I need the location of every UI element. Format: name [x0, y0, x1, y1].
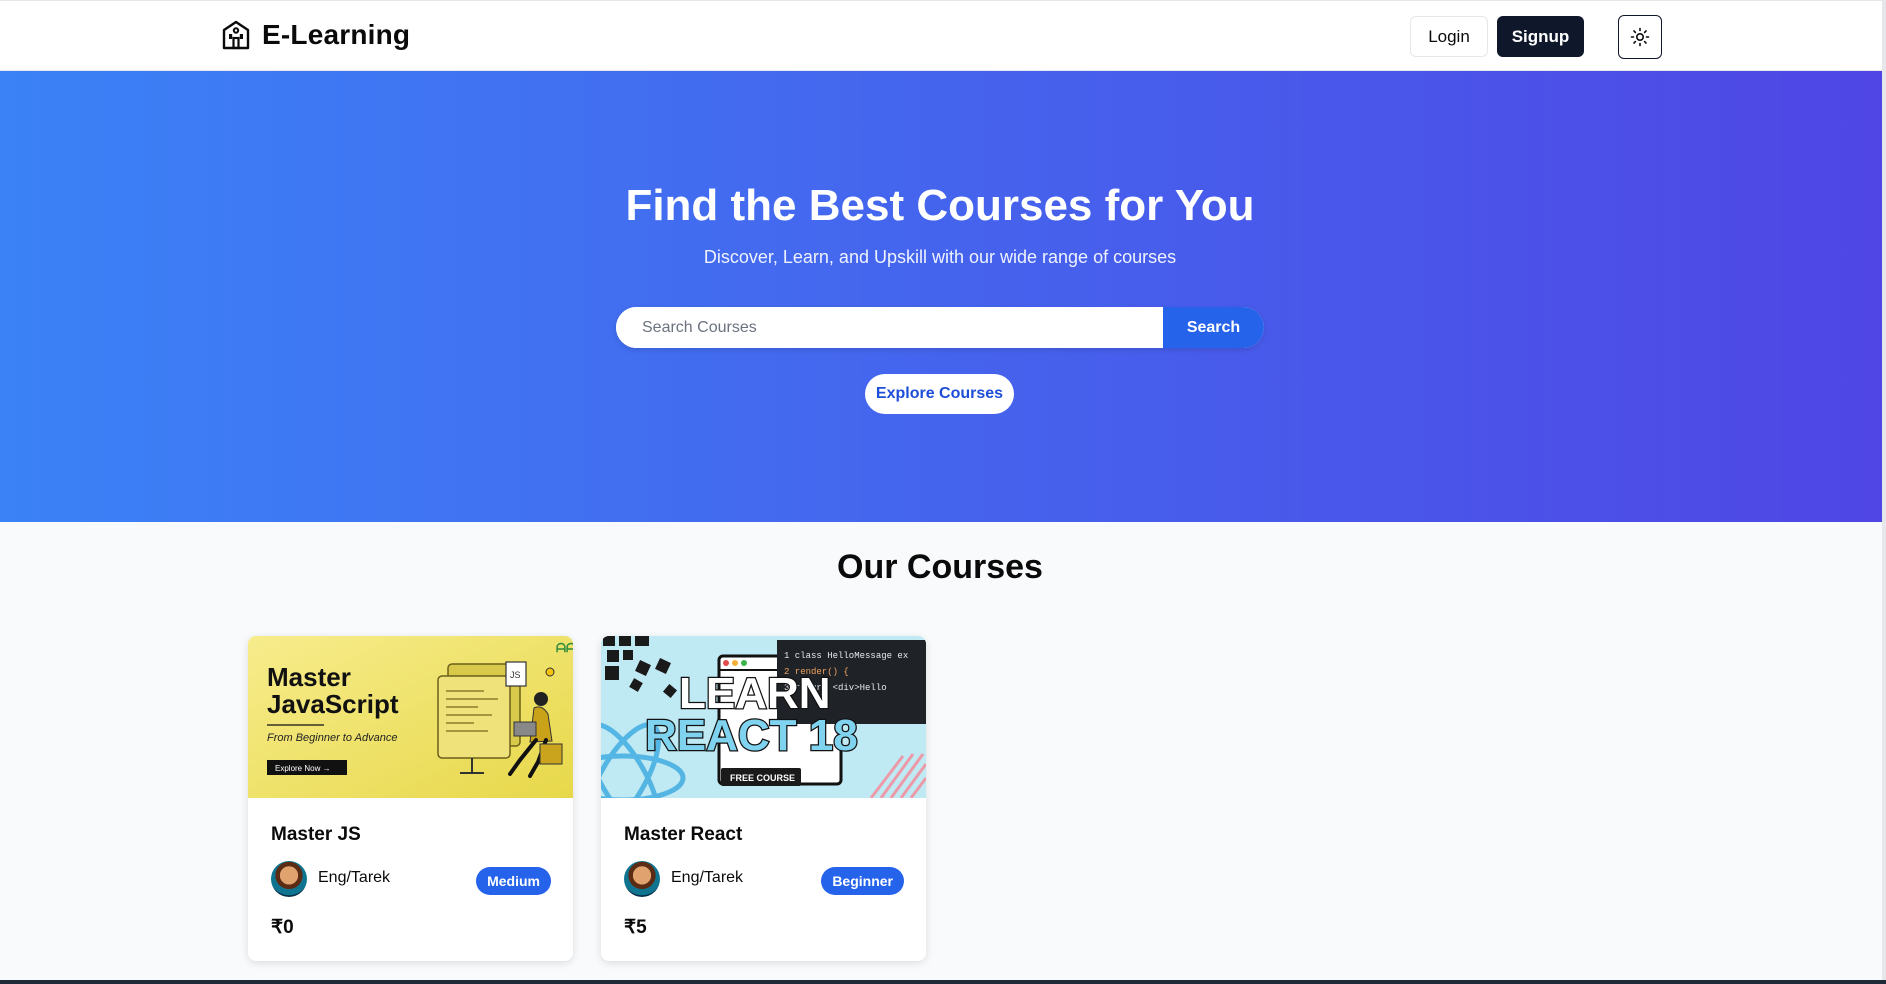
course-thumbnail-js: Master JavaScript From Beginner to Advan…	[248, 636, 573, 798]
search-input[interactable]	[616, 307, 1163, 348]
hero-title: Find the Best Courses for You	[625, 181, 1255, 230]
search-button[interactable]: Search	[1163, 307, 1264, 348]
courses-section-title: Our Courses	[837, 548, 1043, 586]
search-bar: Search	[616, 307, 1264, 348]
hero-subtitle: Discover, Learn, and Upskill with our wi…	[703, 247, 1177, 267]
thumb-tagline: From Beginner to Advance	[267, 732, 397, 744]
brand-logo[interactable]: E-Learning	[220, 19, 410, 51]
author-name: Eng/Tarek	[671, 869, 744, 886]
login-button[interactable]: Login	[1410, 16, 1488, 57]
thumb-code-1: 1 class HelloMessage ex	[784, 651, 908, 661]
top-navbar: E-Learning Login Signup	[0, 0, 1886, 71]
svg-text:ᗩᗩ: ᗩᗩ	[556, 641, 573, 655]
theme-toggle-button[interactable]	[1618, 15, 1662, 59]
course-price: ₹5	[624, 917, 647, 938]
thumb-heading-2: JavaScript	[267, 689, 399, 719]
course-title[interactable]: Master React	[624, 824, 742, 846]
window-bottom-edge	[0, 980, 1886, 984]
level-badge: Medium	[476, 867, 551, 895]
course-author-row: Eng/Tarek Medium	[271, 861, 551, 899]
sun-icon	[1630, 27, 1650, 47]
thumb-js-badge: JS	[510, 670, 521, 680]
author-avatar	[271, 861, 307, 897]
thumb-heading-1: Master	[267, 662, 351, 692]
explore-courses-button[interactable]: Explore Courses	[865, 374, 1014, 414]
course-price: ₹0	[271, 917, 294, 938]
school-icon	[222, 20, 250, 50]
window-scrollbar-edge	[1882, 0, 1886, 984]
course-title[interactable]: Master JS	[271, 824, 361, 846]
signup-button[interactable]: Signup	[1497, 16, 1584, 57]
course-card[interactable]: Master JavaScript From Beginner to Advan…	[248, 636, 573, 961]
level-badge: Beginner	[821, 867, 904, 895]
course-author-row: Eng/Tarek Beginner	[624, 861, 904, 899]
brand-name: E-Learning	[262, 19, 411, 50]
author-avatar	[624, 861, 660, 897]
thumb-free-course: FREE COURSE	[730, 773, 795, 783]
course-card[interactable]: 1 class HelloMessage ex 2 render() { 3 r…	[601, 636, 926, 961]
thumb-cta: Explore Now →	[275, 764, 331, 773]
thumb-react18: REACT 18	[645, 711, 858, 760]
author-name: Eng/Tarek	[318, 869, 391, 886]
course-thumbnail-react: 1 class HelloMessage ex 2 render() { 3 r…	[601, 636, 926, 798]
hero-section: Find the Best Courses for You Discover, …	[0, 71, 1886, 522]
